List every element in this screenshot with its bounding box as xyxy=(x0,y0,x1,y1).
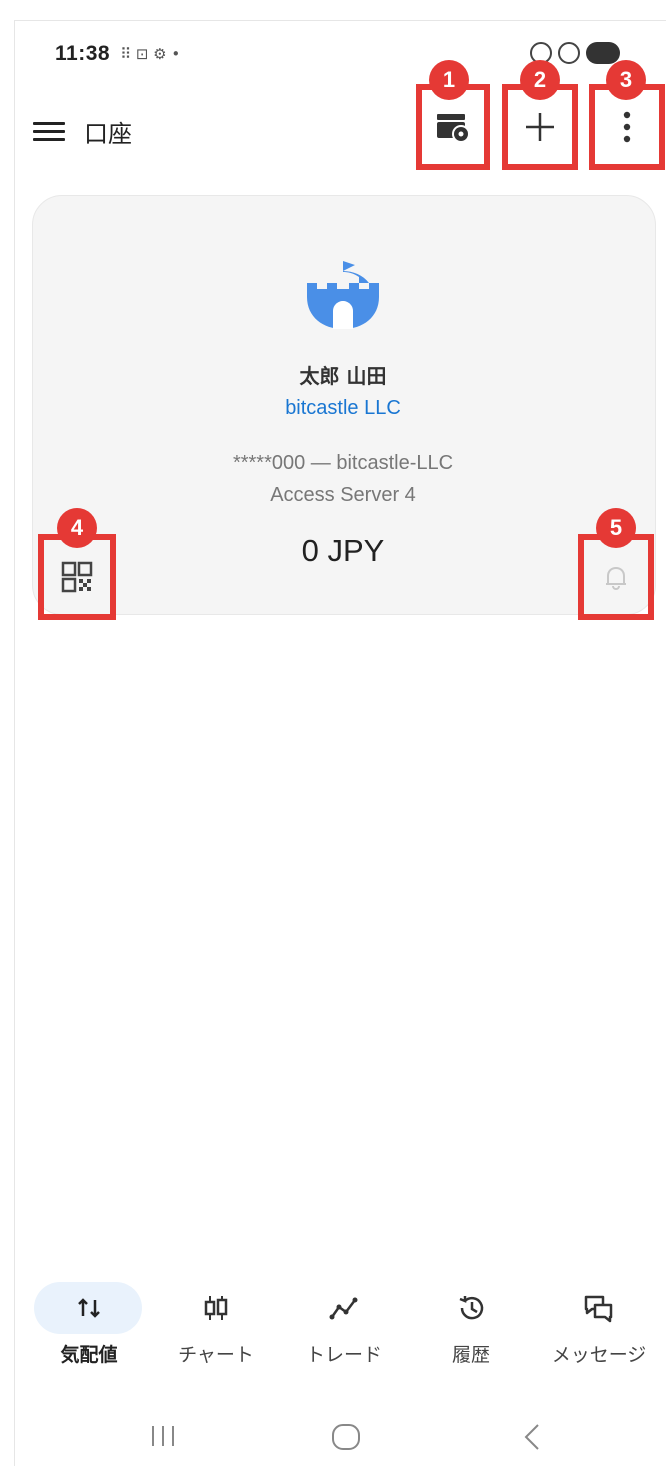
bitcastle-logo xyxy=(307,261,379,329)
server-name: Access Server 4 xyxy=(270,484,416,506)
qr-code-icon xyxy=(61,561,93,593)
annotation-badge-2: 2 xyxy=(520,60,560,100)
back-icon xyxy=(524,1424,539,1450)
annotation-badge-1: 1 xyxy=(429,60,469,100)
quotes-icon xyxy=(78,1298,100,1318)
system-navigation-bar xyxy=(14,1410,666,1465)
bottom-navigation: 気配値 チャート トレード 履歴 メッセージ xyxy=(14,1280,666,1380)
account-settings-icon xyxy=(437,114,470,143)
bell-icon xyxy=(606,566,626,591)
status-bar: 11:38 ⠿ ⊡ ⚙ • xyxy=(55,42,180,66)
status-time: 11:38 xyxy=(55,42,111,65)
annotation-badge-3: 3 xyxy=(606,60,646,100)
recent-apps-button[interactable] xyxy=(148,1422,178,1454)
status-icons: ⠿ ⊡ ⚙ • xyxy=(120,45,181,63)
tab-chart-label: チャート xyxy=(178,1344,254,1366)
plus-icon xyxy=(526,113,554,141)
history-icon xyxy=(459,1296,484,1320)
account-holder-name: 太郎 山田 xyxy=(299,364,387,388)
tab-history-label: 履歴 xyxy=(451,1344,490,1366)
more-vert-icon xyxy=(623,111,631,143)
home-button[interactable] xyxy=(330,1422,362,1456)
account-number: *****000 — bitcastle-LLC xyxy=(232,452,454,474)
broker-name-link[interactable]: bitcastle LLC xyxy=(0,397,666,420)
menu-icon xyxy=(33,122,65,125)
chart-icon xyxy=(204,1296,228,1320)
do-not-disturb-icon xyxy=(558,42,580,64)
messages-icon xyxy=(584,1295,613,1323)
page-title: 口座 xyxy=(84,120,132,148)
tab-messages[interactable]: メッセージ xyxy=(534,1280,664,1367)
back-button[interactable] xyxy=(520,1422,544,1456)
trade-icon xyxy=(329,1297,358,1320)
tab-history[interactable]: 履歴 xyxy=(406,1280,536,1367)
tab-trade-label: トレード xyxy=(305,1344,382,1366)
home-icon xyxy=(332,1424,360,1450)
tab-trade[interactable]: トレード xyxy=(279,1280,409,1367)
tab-chart[interactable]: チャート xyxy=(151,1280,281,1367)
tab-quotes-label: 気配値 xyxy=(60,1344,118,1366)
tab-quotes[interactable]: 気配値 xyxy=(24,1280,154,1367)
annotation-badge-4: 4 xyxy=(57,508,97,548)
menu-button[interactable] xyxy=(33,122,65,142)
tab-messages-label: メッセージ xyxy=(551,1344,647,1366)
annotation-badge-5: 5 xyxy=(596,508,636,548)
battery-icon xyxy=(586,42,620,64)
recent-apps-icon xyxy=(152,1426,174,1446)
